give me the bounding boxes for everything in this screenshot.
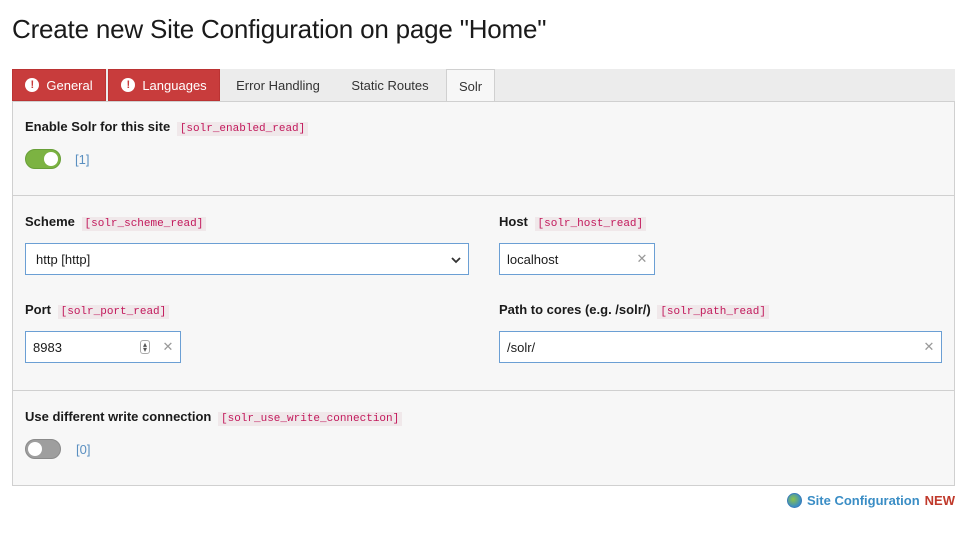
toggle-knob: [44, 152, 58, 166]
clear-icon[interactable]: ✕: [917, 339, 941, 355]
tab-general[interactable]: ! General: [12, 69, 106, 101]
globe-icon: [786, 493, 802, 508]
tab-error-handling[interactable]: Error Handling: [222, 69, 334, 101]
clear-icon[interactable]: ✕: [630, 251, 654, 267]
tab-label: Static Routes: [351, 77, 429, 93]
toggle-knob: [28, 442, 42, 456]
solr-enabled-value: [1]: [75, 152, 90, 167]
clear-icon[interactable]: ✕: [156, 339, 180, 355]
path-input[interactable]: /solr/ ✕: [499, 331, 942, 363]
field-label-text: Host: [499, 214, 528, 229]
field-label-text: Use different write connection: [25, 409, 212, 424]
number-spinner-icon[interactable]: ▴ ▾: [140, 340, 150, 354]
write-connection-toggle[interactable]: [25, 439, 61, 459]
chevron-down-icon: [444, 252, 468, 267]
port-input[interactable]: 8983 ▴ ▾ ✕: [25, 331, 181, 363]
field-code: [solr_use_write_connection]: [218, 412, 403, 426]
field-code: [solr_port_read]: [57, 305, 170, 319]
error-icon: !: [25, 78, 40, 92]
field-label-text: Port: [25, 302, 51, 317]
scheme-label: Scheme [solr_scheme_read]: [25, 214, 207, 231]
error-icon: !: [121, 78, 136, 92]
port-label: Port [solr_port_read]: [25, 302, 170, 319]
tab-label: Solr: [458, 78, 483, 94]
page-title: Create new Site Configuration on page "H…: [12, 14, 547, 44]
solr-enabled-label: Enable Solr for this site [solr_enabled_…: [25, 119, 309, 136]
write-connection-value: [0]: [76, 442, 91, 457]
field-label-text: Enable Solr for this site: [25, 119, 171, 134]
field-code: [solr_enabled_read]: [176, 122, 309, 136]
field-label-text: Path to cores (e.g. /solr/): [499, 302, 651, 317]
scheme-selected-value: http [http]: [36, 251, 91, 267]
host-input[interactable]: localhost ✕: [499, 243, 655, 275]
tab-static-routes[interactable]: Static Routes: [336, 69, 444, 101]
path-value: /solr/: [507, 339, 536, 355]
tab-label: Languages: [142, 77, 207, 93]
footer-record-info: Site Configuration NEW: [786, 493, 955, 508]
path-label: Path to cores (e.g. /solr/) [solr_path_r…: [499, 302, 769, 319]
section-divider: [13, 390, 954, 391]
new-badge: NEW: [924, 493, 955, 508]
site-configuration-link[interactable]: Site Configuration: [807, 493, 920, 508]
tab-bar: ! General ! Languages Error Handling Sta…: [12, 69, 955, 102]
field-code: [solr_scheme_read]: [81, 217, 207, 231]
tab-label: General: [46, 77, 93, 93]
field-label-text: Scheme: [25, 214, 75, 229]
tab-solr[interactable]: Solr: [446, 69, 495, 102]
solr-settings-panel: Enable Solr for this site [solr_enabled_…: [12, 101, 955, 486]
field-code: [solr_path_read]: [657, 305, 769, 319]
field-code: [solr_host_read]: [534, 217, 647, 231]
write-connection-label: Use different write connection [solr_use…: [25, 409, 403, 426]
host-value: localhost: [507, 251, 559, 267]
port-value: 8983: [33, 339, 62, 355]
solr-enabled-toggle[interactable]: [25, 149, 61, 169]
scheme-select[interactable]: http [http]: [25, 243, 469, 275]
section-divider: [13, 195, 954, 196]
tab-label: Error Handling: [236, 77, 320, 93]
host-label: Host [solr_host_read]: [499, 214, 647, 231]
tab-languages[interactable]: ! Languages: [108, 69, 220, 101]
